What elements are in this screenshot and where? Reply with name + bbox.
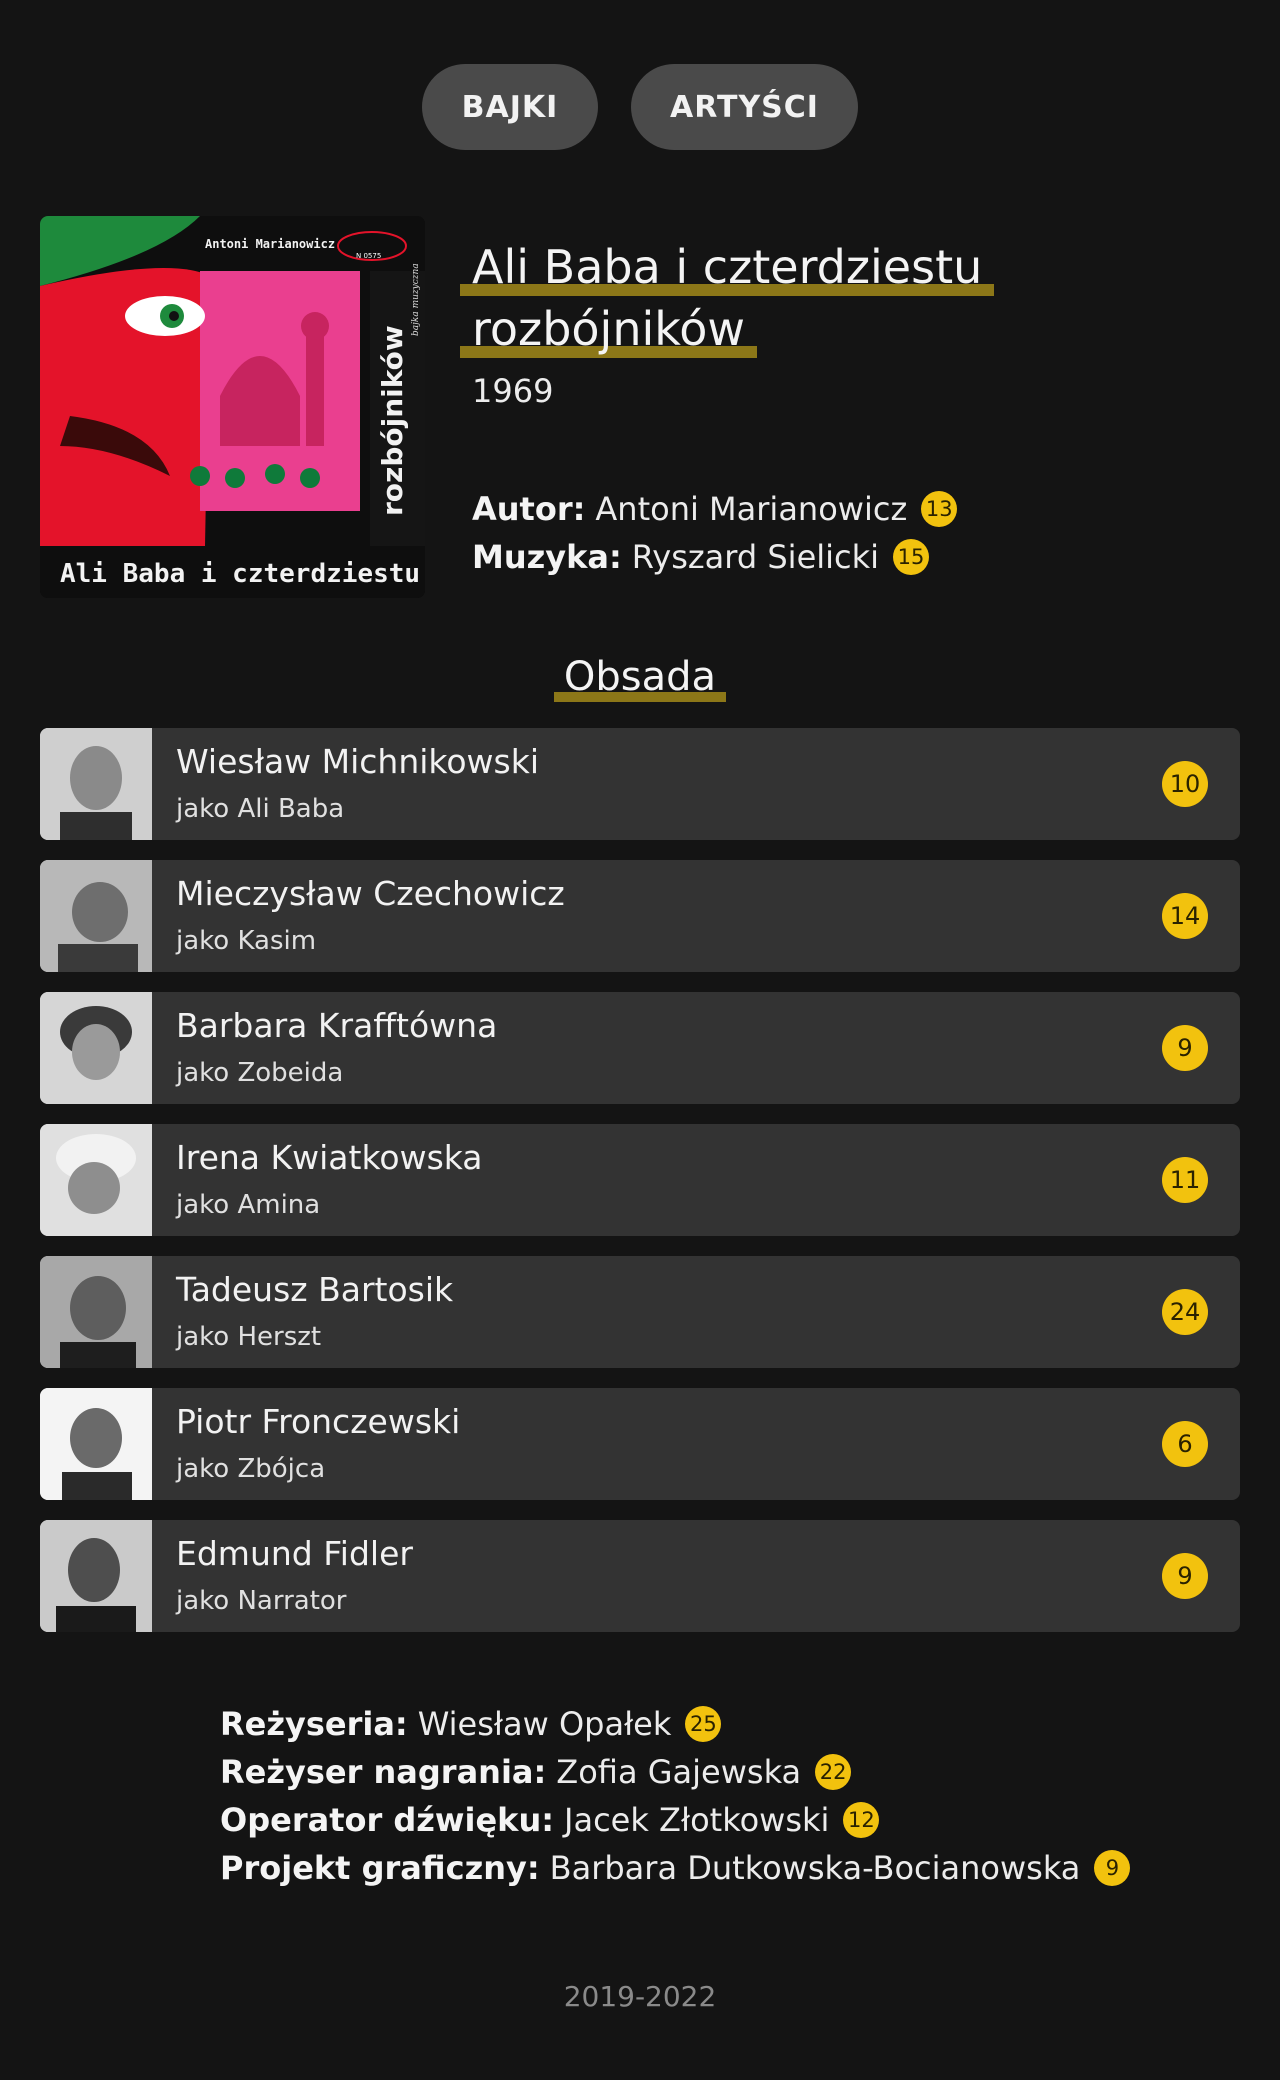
actor-name: Barbara Krafftówna — [176, 1006, 498, 1045]
actor-photo — [40, 860, 152, 972]
credit-name: Jacek Złotkowski — [564, 1801, 830, 1839]
actor-role: jako Zobeida — [176, 1058, 344, 1088]
actor-role: jako Zbójca — [176, 1454, 326, 1484]
actor-name: Mieczysław Czechowicz — [176, 874, 565, 913]
cover-author-text: Antoni Marianowicz — [205, 237, 335, 251]
count-badge: 10 — [1162, 761, 1208, 807]
actor-name: Edmund Fidler — [176, 1534, 413, 1573]
recording-director-credit[interactable]: Reżyser nagrania: Zofia Gajewska 22 — [220, 1748, 1130, 1796]
cover-spine-text: rozbójników — [376, 325, 409, 516]
count-badge: 24 — [1162, 1289, 1208, 1335]
cast-row[interactable]: Piotr Fronczewski jako Zbójca 6 — [40, 1388, 1240, 1500]
actor-photo — [40, 1520, 152, 1632]
cast-row[interactable]: Edmund Fidler jako Narrator 9 — [40, 1520, 1240, 1632]
credit-name: Ryszard Sielicki — [631, 538, 880, 576]
count-badge: 11 — [1162, 1157, 1208, 1203]
album-title-line-1: Ali Baba i czterdziestu — [460, 236, 995, 298]
actor-name: Irena Kwiatkowska — [176, 1138, 483, 1177]
count-badge: 14 — [1162, 893, 1208, 939]
count-badge: 25 — [685, 1706, 722, 1742]
count-badge: 22 — [815, 1754, 852, 1790]
nav-artysci-button[interactable]: ARTYŚCI — [631, 64, 858, 150]
count-badge: 13 — [921, 491, 958, 527]
actor-photo — [40, 1388, 152, 1500]
actor-role: jako Narrator — [176, 1586, 347, 1616]
actor-photo — [40, 1256, 152, 1368]
footer-years: 2019-2022 — [563, 1980, 717, 2013]
actor-role: jako Herszt — [176, 1322, 322, 1352]
credit-name: Antoni Marianowicz — [595, 490, 908, 528]
music-credit[interactable]: Muzyka: Ryszard Sielicki 15 — [472, 538, 930, 576]
count-badge: 9 — [1094, 1850, 1131, 1886]
credit-name: Wiesław Opałek — [417, 1705, 672, 1743]
credit-label: Operator dźwięku: — [220, 1801, 555, 1839]
sound-operator-credit[interactable]: Operator dźwięku: Jacek Złotkowski 12 — [220, 1796, 1130, 1844]
count-badge: 12 — [843, 1802, 880, 1838]
credit-label: Muzyka: — [472, 538, 622, 576]
actor-photo — [40, 1124, 152, 1236]
cast-heading-text: Obsada — [553, 650, 727, 704]
author-credit[interactable]: Autor: Antoni Marianowicz 13 — [472, 490, 958, 528]
cast-heading: Obsada — [0, 650, 1280, 704]
direction-credit[interactable]: Reżyseria: Wiesław Opałek 25 — [220, 1700, 1130, 1748]
credit-name: Zofia Gajewska — [556, 1753, 802, 1791]
actor-name: Piotr Fronczewski — [176, 1402, 461, 1441]
album-title: Ali Baba i czterdziestu rozbójników — [460, 236, 1232, 360]
cast-row[interactable]: Mieczysław Czechowicz jako Kasim 14 — [40, 860, 1240, 972]
cover-spine-small: bajka muzyczna — [411, 263, 421, 336]
graphic-design-credit[interactable]: Projekt graficzny: Barbara Dutkowska-Boc… — [220, 1844, 1131, 1892]
credit-label: Autor: — [472, 490, 586, 528]
cast-row[interactable]: Barbara Krafftówna jako Zobeida 9 — [40, 992, 1240, 1104]
production-credits: Reżyseria: Wiesław Opałek 25 Reżyser nag… — [220, 1700, 1131, 1892]
cast-row[interactable]: Tadeusz Bartosik jako Herszt 24 — [40, 1256, 1240, 1368]
credit-label: Reżyseria: — [220, 1705, 408, 1743]
actor-name: Tadeusz Bartosik — [176, 1270, 454, 1309]
credit-label: Reżyser nagrania: — [220, 1753, 547, 1791]
actor-photo — [40, 728, 152, 840]
actor-role: jako Kasim — [176, 926, 317, 956]
cast-row[interactable]: Irena Kwiatkowska jako Amina 11 — [40, 1124, 1240, 1236]
credit-label: Projekt graficzny: — [220, 1849, 540, 1887]
cover-title-text: Ali Baba i czterdziestu — [60, 559, 420, 589]
actor-photo — [40, 992, 152, 1104]
album-year: 1969 — [472, 372, 554, 410]
count-badge: 6 — [1162, 1421, 1208, 1467]
cast-list: Wiesław Michnikowski jako Ali Baba 10 Mi… — [40, 728, 1240, 1652]
top-nav: BAJKI ARTYŚCI — [0, 64, 1280, 150]
album-cover: rozbójników bajka muzyczna Antoni Marian… — [40, 216, 425, 598]
actor-name: Wiesław Michnikowski — [176, 742, 540, 781]
count-badge: 15 — [893, 539, 930, 575]
album-title-line-2: rozbójników — [460, 298, 758, 360]
actor-role: jako Ali Baba — [176, 794, 345, 824]
credit-name: Barbara Dutkowska-Bocianowska — [549, 1849, 1081, 1887]
count-badge: 9 — [1162, 1553, 1208, 1599]
cast-row[interactable]: Wiesław Michnikowski jako Ali Baba 10 — [40, 728, 1240, 840]
actor-role: jako Amina — [176, 1190, 321, 1220]
nav-bajki-button[interactable]: BAJKI — [422, 64, 598, 150]
cover-label-text: N 0575 — [356, 252, 381, 260]
count-badge: 9 — [1162, 1025, 1208, 1071]
